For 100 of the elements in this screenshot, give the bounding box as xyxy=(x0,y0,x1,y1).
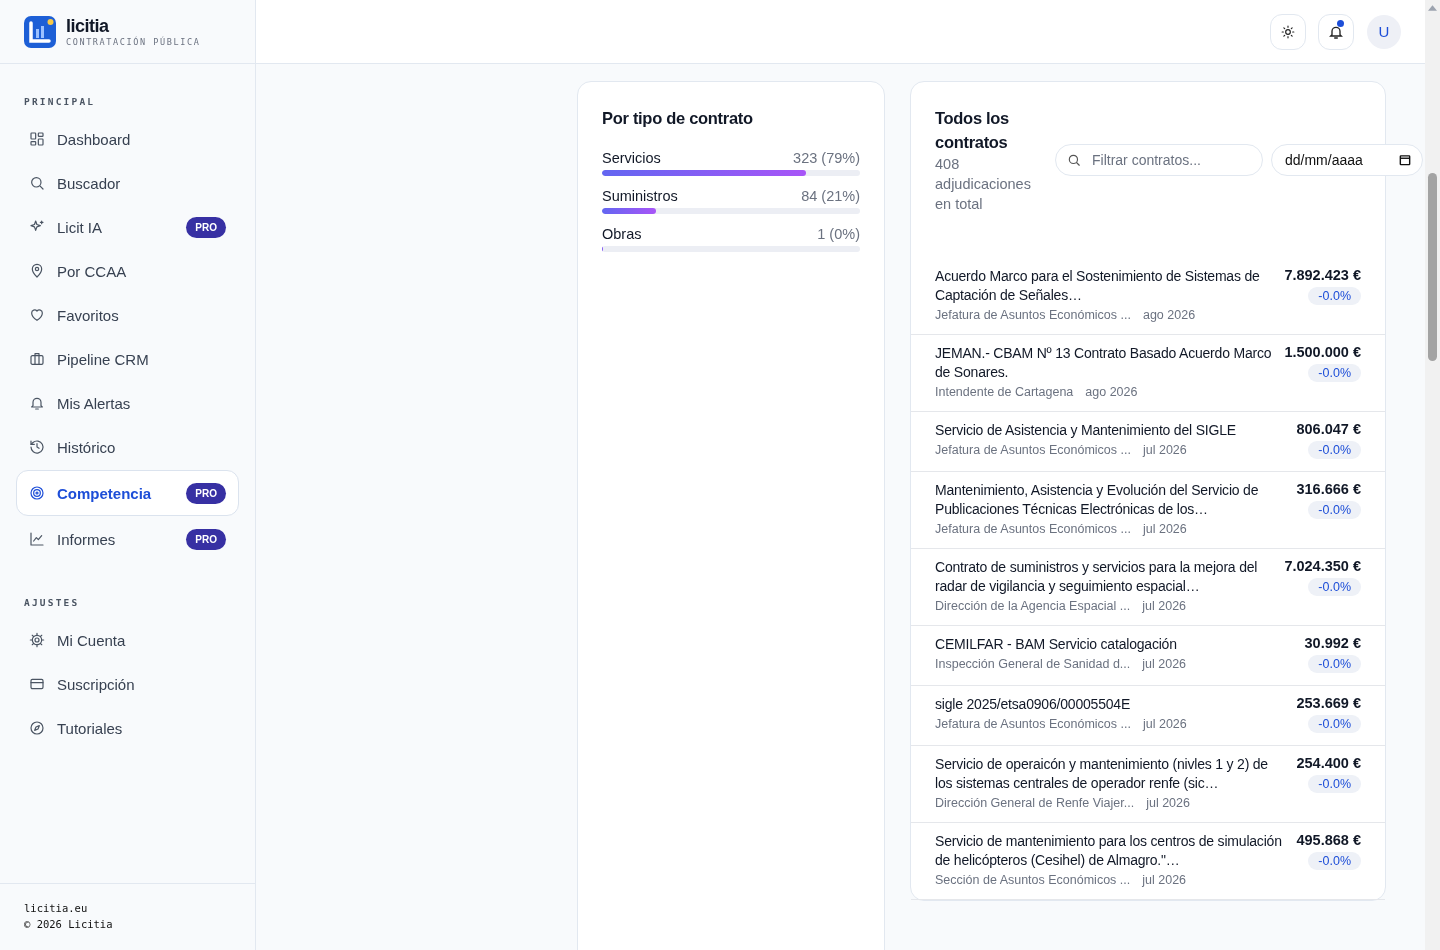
contract-amount: 254.400 € xyxy=(1296,755,1361,771)
nav-item[interactable]: Mi Cuenta xyxy=(16,618,239,662)
type-count: 323 (79%) xyxy=(793,150,860,166)
contract-org: Intendente de Cartagena xyxy=(935,385,1074,399)
history-icon xyxy=(29,439,45,455)
contract-org: Dirección de la Agencia Espacial ... xyxy=(935,599,1131,613)
contract-org: Jefatura de Asuntos Económicos ... xyxy=(935,522,1131,536)
contract-amount: 7.892.423 € xyxy=(1284,267,1361,283)
calendar-icon xyxy=(1398,153,1412,167)
contract-row[interactable]: Acuerdo Marco para el Sostenimiento de Sistemas de Captación de Señales… Jefatura de Asuntos Económicos ... ago 2026 7.892.423 € -0.0% xyxy=(911,258,1385,335)
contract-date: jul 2026 xyxy=(1142,657,1187,671)
brand-name: licitia xyxy=(66,16,110,35)
nav-item[interactable]: Dashboard xyxy=(16,117,239,161)
contract-date: jul 2026 xyxy=(1142,522,1187,536)
change-badge: -0.0% xyxy=(1308,287,1361,305)
date-field[interactable]: dd/mm/aaaa xyxy=(1271,144,1423,176)
contract-org: Inspección General de Sanidad d... xyxy=(935,657,1131,671)
bell-icon xyxy=(29,395,45,411)
contract-title: sigle 2025/etsa0906/00005504E xyxy=(935,695,1132,714)
nav-item[interactable]: Mis Alertas xyxy=(16,381,239,425)
nav-item[interactable]: Suscripción xyxy=(16,662,239,706)
scrollbar[interactable] xyxy=(1425,0,1440,950)
contract-org: Jefatura de Asuntos Económicos ... xyxy=(935,717,1131,731)
contract-title: Acuerdo Marco para el Sostenimiento de Sistemas de Captación de Señales… xyxy=(935,267,1261,305)
contract-org: Sección de Asuntos Económicos ... xyxy=(935,873,1131,887)
contract-title: Servicio de mantenimiento para los centros de simulación de helicópteros (Cesihel) de Almagro."… xyxy=(935,832,1283,870)
type-count: 1 (0%) xyxy=(817,226,860,242)
contract-date: ago 2026 xyxy=(1142,308,1196,322)
nav-item[interactable]: Favoritos xyxy=(16,293,239,337)
search-icon xyxy=(1067,153,1081,167)
contract-amount: 253.669 € xyxy=(1296,695,1361,711)
contract-row[interactable]: Mantenimiento, Asistencia y Evolución del Servicio de Publicaciones Técnicas Electrónicas de los… Jefatura de Asuntos Económicos ... jul 2026 316.666 € -0.0% xyxy=(911,472,1385,549)
nav-item[interactable]: Tutoriales xyxy=(16,706,239,750)
nav-item[interactable]: Histórico xyxy=(16,425,239,469)
contract-title: CEMILFAR - BAM Servicio catalogación xyxy=(935,635,1178,654)
contract-title: JEMAN.- CBAM Nº 13 Contrato Basado Acuerdo Marco de Sonares. xyxy=(935,344,1273,382)
pro-badge: PRO xyxy=(186,216,226,238)
change-badge: -0.0% xyxy=(1308,364,1361,382)
scrollbar-thumb[interactable] xyxy=(1428,173,1437,361)
contract-date: jul 2026 xyxy=(1142,443,1187,457)
card-icon xyxy=(29,676,45,692)
change-badge: -0.0% xyxy=(1308,852,1361,870)
user-avatar[interactable]: U xyxy=(1367,14,1401,49)
contract-amount: 806.047 € xyxy=(1296,421,1361,437)
section-heading: PRINCIPAL xyxy=(23,96,97,107)
contract-org: Dirección General de Renfe Viajer... xyxy=(935,796,1135,810)
contract-title: Servicio de Asistencia y Mantenimiento del SIGLE xyxy=(935,421,1237,440)
contract-amount: 316.666 € xyxy=(1296,481,1361,497)
search-field[interactable]: Filtrar contratos... xyxy=(1055,144,1263,176)
contract-date: jul 2026 xyxy=(1146,796,1190,810)
contract-date: ago 2026 xyxy=(1085,385,1138,399)
contract-row[interactable]: JEMAN.- CBAM Nº 13 Contrato Basado Acuerdo Marco de Sonares. Intendente de Cartagena ago 2026 1.500.000 € -0.0% xyxy=(911,335,1385,412)
nav-item[interactable]: Buscador xyxy=(16,161,239,205)
contracts-count: 408 adjudicaciones en total xyxy=(935,155,1032,214)
card-title: Por tipo de contrato xyxy=(602,108,754,129)
type-label: Suministros xyxy=(602,188,678,204)
nav-item[interactable]: Por CCAA xyxy=(16,249,239,293)
brand-tagline: CONTRATACIÓN PÚBLICA xyxy=(66,36,201,47)
contract-row[interactable]: Servicio de Asistencia y Mantenimiento del SIGLE Jefatura de Asuntos Económicos ... jul 2026 806.047 € -0.0% xyxy=(911,412,1385,472)
change-badge: -0.0% xyxy=(1308,501,1361,519)
nav-item[interactable]: Competencia PRO xyxy=(16,470,239,516)
map-pin-icon xyxy=(29,263,45,279)
contract-date: jul 2026 xyxy=(1142,873,1187,887)
dashboard-icon xyxy=(29,131,45,147)
contract-org: Jefatura de Asuntos Económicos ... xyxy=(935,443,1131,457)
type-label: Servicios xyxy=(602,150,661,166)
contract-amount: 30.992 € xyxy=(1304,635,1361,651)
nav-item[interactable]: Pipeline CRM xyxy=(16,337,239,381)
contract-title: Servicio de operaicón y mantenimiento (nivles 1 y 2) de los sistemas centrales de operador renfe (sic… xyxy=(935,755,1269,793)
change-badge: -0.0% xyxy=(1308,775,1361,793)
section-heading: AJUSTES xyxy=(23,597,81,608)
contract-amount: 1.500.000 € xyxy=(1284,344,1361,360)
line-chart-icon xyxy=(29,531,45,547)
contract-row[interactable]: sigle 2025/etsa0906/00005504E Jefatura de Asuntos Económicos ... jul 2026 253.669 € -0.0% xyxy=(911,686,1385,746)
scroll-up-icon xyxy=(1428,5,1437,11)
theme-toggle-button[interactable] xyxy=(1270,13,1306,50)
change-badge: -0.0% xyxy=(1308,655,1361,673)
search-icon xyxy=(29,175,45,191)
contract-title: Mantenimiento, Asistencia y Evolución del Servicio de Publicaciones Técnicas Electrónicas de los… xyxy=(935,481,1260,519)
nav-item[interactable]: Informes PRO xyxy=(16,517,239,561)
notifications-button[interactable] xyxy=(1318,13,1354,50)
logo-icon xyxy=(24,15,56,48)
pro-badge: PRO xyxy=(186,482,226,504)
footer-text: licitia.eu xyxy=(24,902,89,914)
sun-icon xyxy=(1281,24,1295,39)
contract-date: jul 2026 xyxy=(1142,599,1187,613)
gear-icon xyxy=(29,632,45,648)
contract-row[interactable]: Servicio de operaicón y mantenimiento (nivles 1 y 2) de los sistemas centrales de operador renfe (sic… Dirección General de Renfe Viajer... jul 2026 254.400 € -0.0% xyxy=(911,746,1385,823)
change-badge: -0.0% xyxy=(1308,578,1361,596)
contract-title: Contrato de suministros y servicios para la mejora del radar de vigilancia y seguimiento espacial… xyxy=(935,558,1259,596)
nav-item[interactable]: Licit IA PRO xyxy=(16,205,239,249)
type-count: 84 (21%) xyxy=(801,188,860,204)
target-icon xyxy=(29,485,45,501)
contract-amount: 7.024.350 € xyxy=(1284,558,1361,574)
type-label: Obras xyxy=(602,226,642,242)
contract-row[interactable]: Contrato de suministros y servicios para la mejora del radar de vigilancia y seguimiento espacial… Dirección de la Agencia Espacial ... jul 2026 7.024.350 € -0.0% xyxy=(911,549,1385,626)
heart-icon xyxy=(29,307,45,323)
contract-row[interactable]: Servicio de mantenimiento para los centros de simulación de helicópteros (Cesihel) de Almagro."… Sección de Asuntos Económicos ... jul 2026 495.868 € -0.0% xyxy=(911,823,1385,900)
contract-row[interactable]: CEMILFAR - BAM Servicio catalogación Inspección General de Sanidad d... jul 2026 30.992 € -0.0% xyxy=(911,626,1385,686)
compass-icon xyxy=(29,720,45,736)
